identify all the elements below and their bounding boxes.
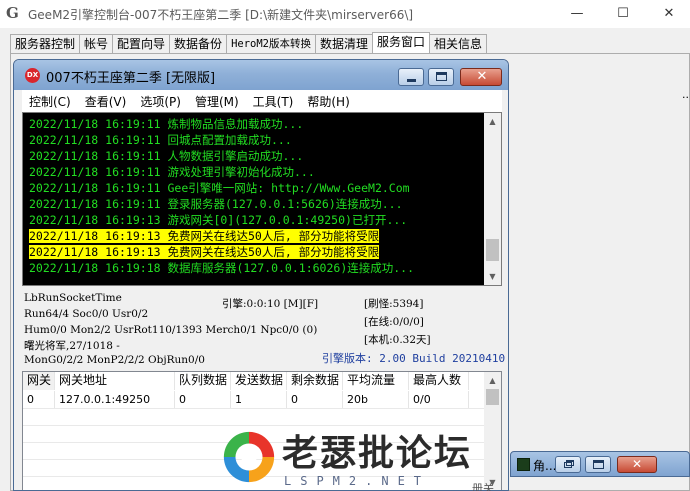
restore-icon-back bbox=[566, 460, 574, 466]
close-button[interactable]: ✕ bbox=[646, 0, 690, 28]
tab-server-control[interactable]: 服务器控制 bbox=[10, 34, 81, 53]
scroll-down-arrow-icon[interactable]: ▼ bbox=[484, 268, 501, 285]
maximize-icon bbox=[436, 72, 447, 81]
scroll-up-arrow-icon[interactable]: ▲ bbox=[484, 113, 501, 130]
minimize-button[interactable]: — bbox=[554, 0, 600, 28]
cell-gateway: 0 bbox=[23, 391, 55, 408]
close-icon: ✕ bbox=[476, 69, 488, 84]
status-panel: LbRunSocketTime 引擎:0:0:10 [M][F] [刷怪:539… bbox=[22, 288, 506, 370]
inner-close-button[interactable]: ✕ bbox=[460, 68, 502, 86]
col-header-remaining-data[interactable]: 剩余数据 bbox=[287, 372, 343, 390]
minimized-window-title: 角... bbox=[533, 459, 557, 473]
col-header-avg-traffic[interactable]: 平均流量 bbox=[343, 372, 409, 390]
tab-related-info[interactable]: 相关信息 bbox=[429, 34, 488, 53]
local-time-label: [本机:0.32天] bbox=[364, 334, 431, 346]
tab-service-window[interactable]: 服务窗口 bbox=[372, 32, 431, 53]
inner-maximize-button[interactable] bbox=[428, 68, 454, 86]
table-row[interactable]: 0 127.0.0.1:49250 0 1 0 20b 0/0 bbox=[23, 391, 469, 408]
cell-gateway-address: 127.0.0.1:49250 bbox=[55, 391, 175, 408]
site-watermark: 老瑟批论坛 LSPM2.NET bbox=[212, 424, 482, 491]
m2server-title: 007不朽王座第二季 [无限版] bbox=[46, 71, 216, 86]
cell-send-data: 1 bbox=[231, 391, 287, 408]
child-window-icon bbox=[517, 458, 530, 471]
log-line: 2022/11/18 16:19:18 数据库服务器(127.0.0.1:602… bbox=[29, 261, 415, 275]
col-header-max-users[interactable]: 最高人数 bbox=[409, 372, 469, 390]
cell-queue-data: 0 bbox=[175, 391, 231, 408]
console-scroll-thumb[interactable] bbox=[486, 239, 499, 261]
refresh-monster-label: [刷怪:5394] bbox=[364, 298, 424, 310]
socket-time-label: LbRunSocketTime bbox=[24, 292, 122, 304]
main-window-title: GeeM2引擎控制台-007不朽王座第二季 [D:\新建文件夹\mirserve… bbox=[28, 8, 414, 22]
gateway-scroll-thumb[interactable] bbox=[486, 389, 499, 405]
log-line-warning: 2022/11/18 16:19:13 免费网关在线达50人后, 部分功能将受限 bbox=[29, 244, 485, 260]
log-line: 2022/11/18 16:19:11 登录服务器(127.0.0.1:5626… bbox=[29, 197, 403, 211]
console-scrollbar[interactable]: ▲ ▼ bbox=[484, 113, 501, 285]
tab-config-wizard[interactable]: 配置向导 bbox=[112, 34, 171, 53]
log-line: 2022/11/18 16:19:11 Gee引擎唯一网站: http://Ww… bbox=[29, 181, 410, 195]
log-line-warning-text: 2022/11/18 16:19:13 免费网关在线达50人后, 部分功能将受限 bbox=[29, 245, 380, 259]
scroll-up-arrow-icon[interactable]: ▲ bbox=[484, 372, 501, 389]
dx-app-icon: DX bbox=[25, 68, 40, 83]
log-console[interactable]: 2022/11/18 16:19:11 炼制物品信息加载成功... 2022/1… bbox=[22, 112, 502, 286]
gateway-table-scrollbar[interactable]: ▲ ▼ bbox=[484, 372, 501, 490]
menu-control[interactable]: 控制(C) bbox=[22, 93, 78, 110]
menu-tools[interactable]: 工具(T) bbox=[246, 93, 301, 110]
restore-button[interactable] bbox=[555, 456, 581, 473]
maximize-icon bbox=[593, 460, 604, 469]
edge-ellipsis: ... bbox=[682, 88, 690, 101]
online-count-label: [在线:0/0/0] bbox=[364, 316, 424, 328]
minimize-icon bbox=[407, 79, 416, 82]
map-info-label: 曙光将军,27/1018 - bbox=[24, 340, 120, 352]
mini-close-button[interactable]: ✕ bbox=[617, 456, 657, 473]
inner-minimize-button[interactable] bbox=[398, 68, 424, 86]
mon-stats-label: MonG0/2/2 MonP2/2/2 ObjRun0/0 bbox=[24, 354, 205, 366]
log-line: 2022/11/18 16:19:11 炼制物品信息加载成功... bbox=[29, 117, 304, 131]
table-grid-line bbox=[23, 408, 485, 409]
watermark-subtext: LSPM2.NET bbox=[284, 474, 431, 488]
log-line: 2022/11/18 16:19:11 游戏处理引擎初始化成功... bbox=[29, 165, 315, 179]
tab-data-cleanup[interactable]: 数据清理 bbox=[315, 34, 374, 53]
engine-time-label: 引擎:0:0:10 [M][F] bbox=[222, 298, 319, 310]
m2server-menubar: 控制(C) 查看(V) 选项(P) 管理(M) 工具(T) 帮助(H) bbox=[22, 90, 502, 112]
menu-view[interactable]: 查看(V) bbox=[78, 93, 134, 110]
geem2-app-icon: G bbox=[6, 4, 19, 22]
main-window-titlebar[interactable]: G GeeM2引擎控制台-007不朽王座第二季 [D:\新建文件夹\mirser… bbox=[0, 0, 690, 28]
cell-remaining-data: 0 bbox=[287, 391, 343, 408]
menu-manage[interactable]: 管理(M) bbox=[188, 93, 246, 110]
col-header-gateway[interactable]: 网关 bbox=[23, 372, 55, 390]
log-line-warning: 2022/11/18 16:19:13 免费网关在线达50人后, 部分功能将受限 bbox=[29, 228, 485, 244]
maximize-button[interactable]: ☐ bbox=[600, 0, 646, 28]
menu-help[interactable]: 帮助(H) bbox=[300, 93, 356, 110]
menu-options[interactable]: 选项(P) bbox=[133, 93, 188, 110]
hum-stats-label: Hum0/0 Mon2/2 UsrRot110/1393 Merch0/1 Np… bbox=[24, 324, 318, 336]
m2server-titlebar[interactable]: DX 007不朽王座第二季 [无限版] ✕ bbox=[14, 60, 508, 90]
col-header-gateway-address[interactable]: 网关地址 bbox=[55, 372, 175, 390]
gateway-table-header: 网关 网关地址 队列数据 发送数据 剩余数据 平均流量 最高人数 bbox=[23, 372, 469, 390]
mini-maximize-button[interactable] bbox=[585, 456, 611, 473]
engine-version-label: 引擎版本: 2.00 Build 20210410 bbox=[322, 352, 506, 365]
tab-herom2-version-convert[interactable]: HeroM2版本转换 bbox=[226, 34, 316, 53]
cell-avg-traffic: 20b bbox=[343, 391, 409, 408]
minimized-child-window[interactable]: 角... ✕ bbox=[510, 451, 690, 477]
main-tab-strip: 服务器控制 帐号 配置向导 数据备份 HeroM2版本转换 数据清理 服务窗口 … bbox=[10, 32, 488, 53]
log-line: 2022/11/18 16:19:13 游戏网关[0](127.0.0.1:49… bbox=[29, 213, 408, 227]
tab-data-backup[interactable]: 数据备份 bbox=[169, 34, 228, 53]
log-line-warning-text: 2022/11/18 16:19:13 免费网关在线达50人后, 部分功能将受限 bbox=[29, 229, 380, 243]
watermark-text: 老瑟批论坛 bbox=[282, 432, 473, 474]
watermark-logo-icon bbox=[223, 431, 275, 483]
cell-max-users: 0/0 bbox=[409, 391, 469, 408]
log-line: 2022/11/18 16:19:11 人物数据引擎启动成功... bbox=[29, 149, 304, 163]
col-header-send-data[interactable]: 发送数据 bbox=[231, 372, 287, 390]
col-header-queue-data[interactable]: 队列数据 bbox=[175, 372, 231, 390]
run-stats-label: Run64/4 Soc0/0 Usr0/2 bbox=[24, 308, 149, 320]
tab-account[interactable]: 帐号 bbox=[79, 34, 114, 53]
log-line: 2022/11/18 16:19:11 回城点配置加载成功... bbox=[29, 133, 292, 147]
